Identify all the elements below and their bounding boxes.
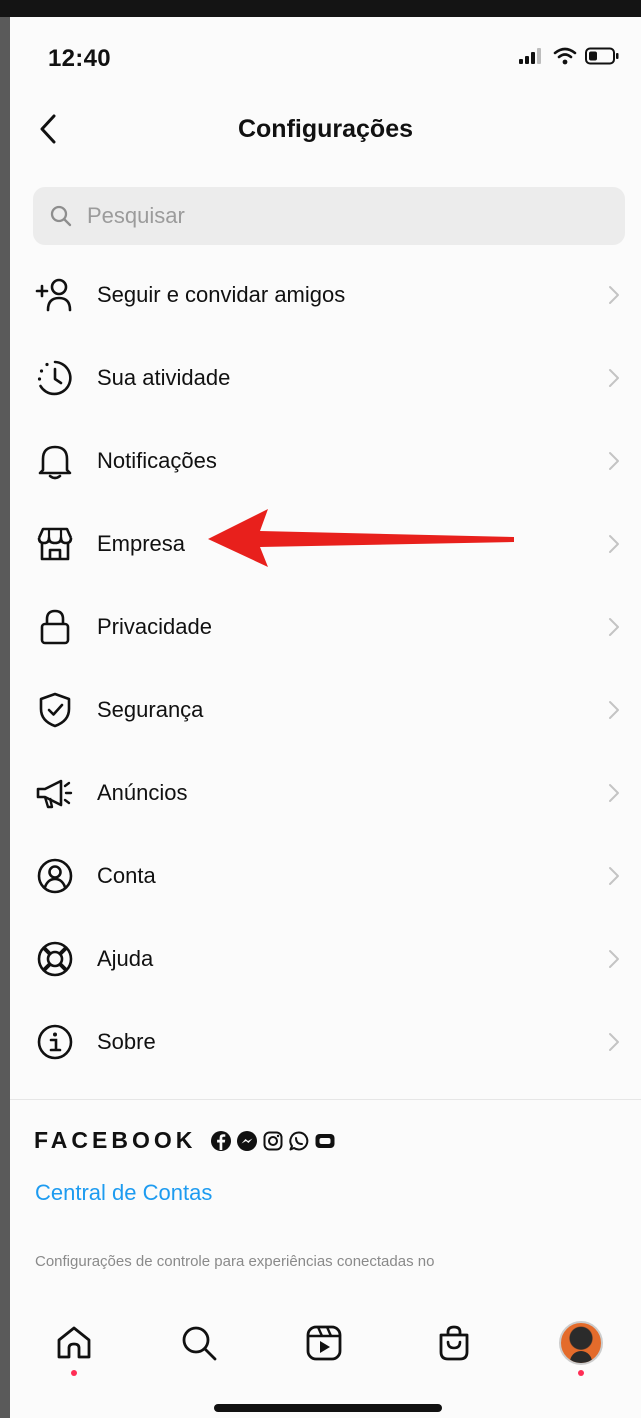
- menu-item-label: Anúncios: [97, 779, 188, 805]
- menu-item-privacy[interactable]: Privacidade: [10, 585, 641, 668]
- menu-item-label: Privacidade: [97, 613, 212, 639]
- menu-item-follow-invite[interactable]: Seguir e convidar amigos: [10, 253, 641, 336]
- menu-item-about[interactable]: Sobre: [10, 1000, 641, 1083]
- page-title: Configurações: [237, 115, 414, 143]
- tab-reels[interactable]: [302, 1321, 346, 1365]
- menu-item-business[interactable]: Empresa: [10, 502, 641, 585]
- account-circle-icon: [34, 855, 76, 897]
- menu-item-label: Ajuda: [97, 945, 154, 971]
- phone-screen: 12:40 Configurações Pesquisar Seguir e c…: [10, 17, 641, 1418]
- chevron-right-icon: [609, 1032, 619, 1051]
- chevron-right-icon: [609, 949, 619, 968]
- accounts-center-link[interactable]: Central de Contas: [35, 1180, 212, 1206]
- chevron-right-icon: [609, 783, 619, 802]
- info-icon: [34, 1021, 76, 1063]
- chevron-right-icon: [609, 866, 619, 885]
- home-indicator: [214, 1404, 442, 1412]
- lifebuoy-icon: [34, 938, 76, 980]
- bottom-tab-bar: [10, 1299, 641, 1399]
- top-frame-bar: [0, 0, 641, 17]
- menu-item-ads[interactable]: Anúncios: [10, 751, 641, 834]
- search-bar[interactable]: [33, 187, 625, 245]
- megaphone-icon: [34, 772, 76, 814]
- reels-icon: [306, 1325, 342, 1361]
- lock-icon: [34, 606, 76, 648]
- search-icon: [50, 205, 72, 227]
- shield-check-icon: [34, 689, 76, 731]
- menu-item-notifications[interactable]: Notificações: [10, 419, 641, 502]
- meta-apps-icons: [210, 1130, 336, 1152]
- avatar: [559, 1321, 603, 1365]
- signal-icon: [519, 48, 541, 64]
- menu-item-label: Notificações: [97, 447, 217, 473]
- tab-home[interactable]: [52, 1321, 96, 1365]
- menu-item-security[interactable]: Segurança: [10, 668, 641, 751]
- menu-item-label: Empresa: [97, 530, 186, 556]
- menu-item-label: Segurança: [97, 696, 204, 722]
- instagram-icon: [263, 1131, 283, 1150]
- tab-shop[interactable]: [432, 1321, 476, 1365]
- facebook-wordmark: FACEBOOK: [34, 1127, 197, 1153]
- tab-search[interactable]: [177, 1321, 221, 1365]
- menu-item-label: Sua atividade: [97, 364, 231, 390]
- whatsapp-icon: [289, 1130, 309, 1150]
- wifi-icon: [553, 47, 577, 65]
- nav-bar: Configurações: [10, 97, 641, 163]
- status-time: 12:40: [48, 45, 111, 72]
- battery-icon: [585, 47, 619, 65]
- home-icon: [57, 1326, 91, 1359]
- facebook-icon: [211, 1130, 232, 1151]
- chevron-right-icon: [609, 700, 619, 719]
- menu-item-help[interactable]: Ajuda: [10, 917, 641, 1000]
- portal-icon: [315, 1133, 335, 1148]
- chevron-right-icon: [609, 368, 619, 387]
- messenger-icon: [237, 1130, 258, 1151]
- home-notification-dot: [71, 1370, 77, 1376]
- menu-item-account[interactable]: Conta: [10, 834, 641, 917]
- menu-item-label: Conta: [97, 862, 156, 888]
- menu-item-label: Sobre: [97, 1028, 156, 1054]
- menu-item-activity[interactable]: Sua atividade: [10, 336, 641, 419]
- settings-menu: Seguir e convidar amigos Sua atividade N…: [10, 253, 641, 1083]
- chevron-right-icon: [609, 285, 619, 304]
- add-person-icon: [34, 274, 76, 316]
- shopping-bag-icon: [439, 1325, 469, 1361]
- status-bar: 12:40: [10, 17, 641, 97]
- accounts-description: Configurações de controle para experiênc…: [35, 1253, 435, 1270]
- menu-item-label: Seguir e convidar amigos: [97, 281, 346, 307]
- chevron-right-icon: [609, 451, 619, 470]
- status-icons: [519, 47, 619, 65]
- chevron-right-icon: [609, 534, 619, 553]
- profile-notification-dot: [578, 1370, 584, 1376]
- search-input[interactable]: [85, 202, 589, 230]
- activity-clock-icon: [34, 357, 76, 399]
- search-icon: [182, 1326, 217, 1361]
- facebook-section-header: FACEBOOK: [34, 1127, 336, 1154]
- section-divider: [10, 1099, 641, 1100]
- shop-icon: [34, 523, 76, 565]
- chevron-right-icon: [609, 617, 619, 636]
- bell-icon: [34, 440, 76, 482]
- tab-profile[interactable]: [559, 1321, 603, 1365]
